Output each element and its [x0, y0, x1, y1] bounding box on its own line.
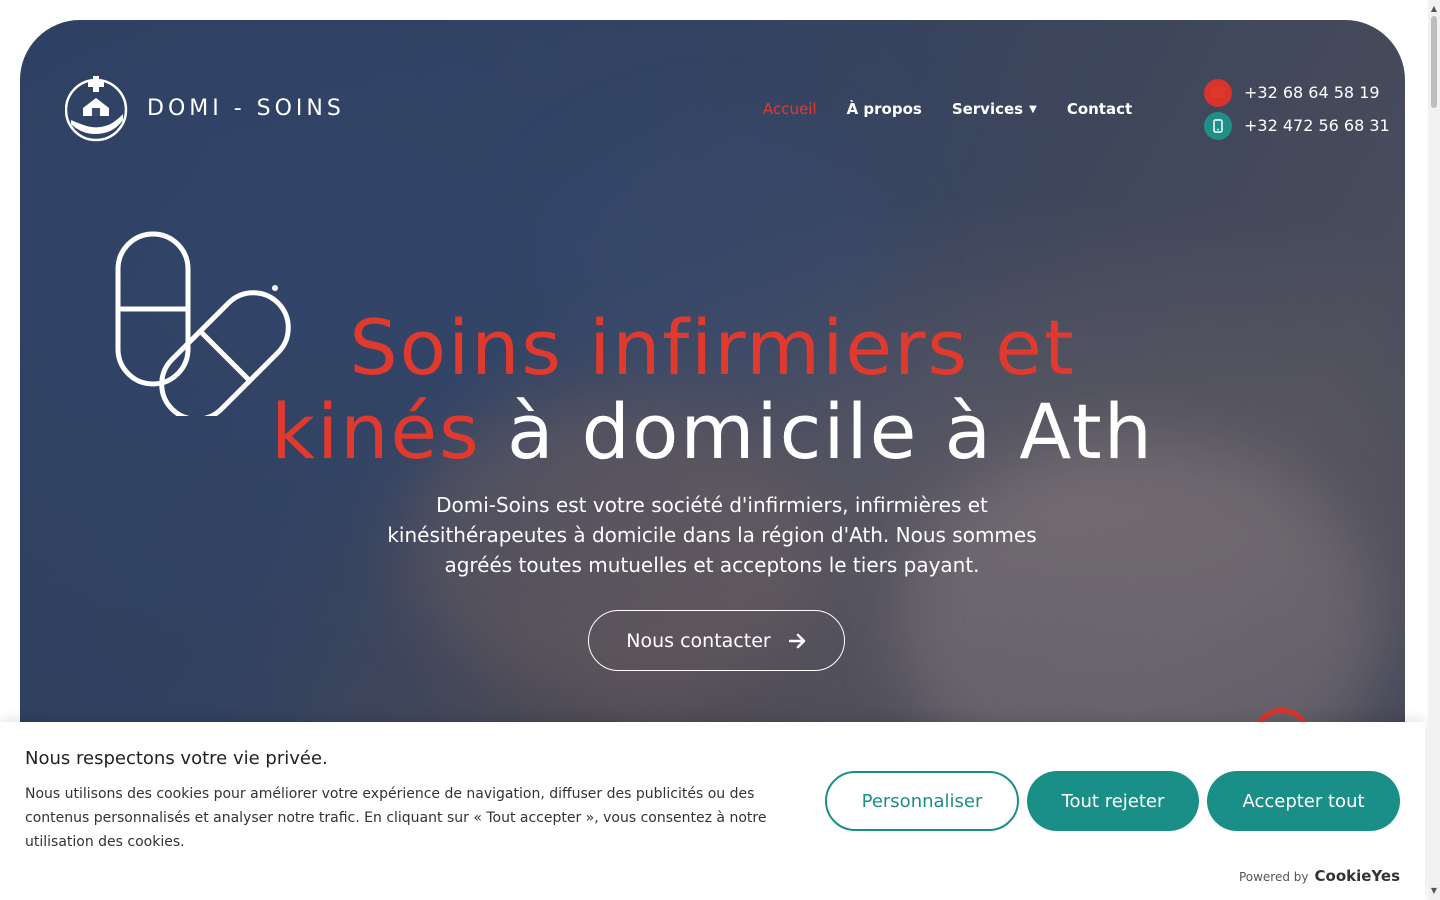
nav-item-label: Accueil	[763, 100, 817, 118]
scroll-thumb[interactable]	[1431, 16, 1437, 108]
cookie-customize-button[interactable]: Personnaliser	[825, 771, 1019, 831]
site-logo[interactable]: DOMI - SOINS	[65, 74, 345, 142]
contact-phone-fixed[interactable]: ☎ +32 68 64 58 19	[1204, 76, 1390, 109]
mobile-icon	[1204, 111, 1232, 140]
contact-cta-button[interactable]: Nous contacter	[588, 610, 845, 671]
home-care-logo-icon	[65, 76, 128, 142]
nav-item-services[interactable]: Services ▼	[952, 100, 1037, 118]
hero-title-red: Soins infirmiers et	[349, 303, 1076, 392]
nav-item-accueil[interactable]: Accueil	[763, 100, 817, 118]
header-contacts: ☎ +32 68 64 58 19 +32 472 56 68 31	[1204, 76, 1390, 142]
hero-title-line1: Soins infirmiers et	[20, 306, 1405, 390]
nav-item-label: Services	[951, 100, 1024, 118]
scroll-down-icon[interactable]: ▼	[1428, 886, 1440, 896]
nav-item-label: À propos	[846, 100, 922, 118]
nav-item-contact[interactable]: Contact	[1067, 100, 1132, 118]
chevron-down-icon: ▼	[1029, 103, 1037, 115]
cookie-text: Nous utilisons des cookies pour améliore…	[25, 786, 767, 850]
page-scrollbar[interactable]: ▲ ▼	[1428, 0, 1440, 900]
cookie-title: Nous respectons votre vie privée.	[25, 748, 328, 769]
cookieyes-logo: CookieYes	[1314, 867, 1401, 885]
phone-number: +32 472 56 68 31	[1244, 116, 1390, 135]
phone-icon: ☎	[1204, 78, 1232, 107]
cookie-banner: Nous respectons votre vie privée. Nous u…	[0, 722, 1425, 900]
scroll-up-icon[interactable]: ▲	[1428, 4, 1440, 14]
powered-by-label: Powered by	[1238, 870, 1309, 884]
nav-item-label: Contact	[1066, 100, 1133, 118]
cookie-accept-button[interactable]: Accepter tout	[1207, 771, 1400, 831]
brand-name: DOMI - SOINS	[147, 95, 345, 121]
arrow-right-icon	[788, 633, 805, 648]
main-nav: Accueil À propos Services ▼ Contact	[763, 100, 1132, 118]
hero-title-white: à domicile à Ath	[506, 387, 1154, 476]
hero-title-red: kinés	[271, 387, 481, 476]
cta-label: Nous contacter	[626, 629, 771, 652]
nav-item-a-propos[interactable]: À propos	[847, 100, 922, 118]
hero-title-line2: kinés à domicile à Ath	[20, 390, 1405, 474]
cookie-powered-by[interactable]: Powered by CookieYes	[1239, 867, 1400, 885]
cookie-reject-button[interactable]: Tout rejeter	[1027, 771, 1199, 831]
contact-phone-mobile[interactable]: +32 472 56 68 31	[1204, 109, 1390, 142]
hero-lead: Domi-Soins est votre société d'infirmier…	[387, 493, 1037, 577]
phone-number: +32 68 64 58 19	[1244, 83, 1380, 102]
